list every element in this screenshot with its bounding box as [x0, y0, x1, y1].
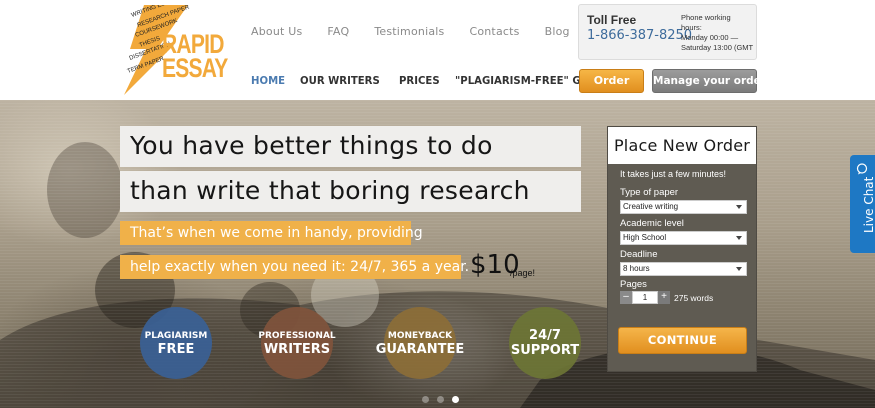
feature-support: 24/7 SUPPORT [509, 307, 581, 379]
nav-testimonials[interactable]: Testimonials [374, 25, 444, 38]
nav-contacts[interactable]: Contacts [469, 25, 519, 38]
live-chat-label: Live Chat [862, 176, 875, 233]
order-panel-title: Place New Order [608, 127, 756, 164]
phone-number[interactable]: 1-866-387-8250 [587, 28, 692, 43]
hero-headline-line-1: You have better things to do [120, 126, 581, 167]
feature-bottom: SUPPORT [510, 343, 580, 358]
manage-orders-button[interactable]: Manage your orders [652, 69, 772, 93]
working-hours: Phone working hours: Monday 00:00 — Satu… [681, 13, 757, 53]
word-count: 275 words [674, 292, 714, 303]
slider-dot[interactable] [437, 396, 444, 403]
order-now-button[interactable]: Order now [579, 69, 644, 109]
feature-plagiarism-free: PLAGIARISM FREE [140, 307, 212, 379]
price-unit: /page! [510, 268, 536, 278]
nav-blog[interactable]: Blog [545, 25, 570, 38]
brand-line-2: ESSAY [162, 53, 228, 83]
nav-faq[interactable]: FAQ [327, 25, 349, 38]
site-header: WRITING ESSAY RESEARCH PAPER COURSEWORK … [0, 0, 875, 109]
hero-headline-line-2: than write that boring research paper? [120, 171, 581, 245]
brand-wordmark[interactable]: RAPID ESSAY [162, 31, 228, 83]
pages-input[interactable]: 1 [632, 291, 658, 304]
slider-dots [422, 396, 459, 403]
academic-level-label: Academic level [620, 218, 684, 229]
slider-dot[interactable] [422, 396, 429, 403]
place-order-panel: Place New Order It takes just a few minu… [607, 126, 757, 372]
feature-bottom: GUARANTEE [375, 341, 465, 357]
academic-level-select[interactable]: High School [620, 231, 747, 245]
feature-bottom: WRITERS [263, 341, 331, 357]
nav-prices[interactable]: PRICES [399, 74, 440, 87]
top-nav: About Us FAQ Testimonials Contacts Blog [251, 25, 595, 38]
nav-our-writers[interactable]: OUR WRITERS [300, 74, 380, 87]
feature-professional-writers: PROFESSIONAL WRITERS [258, 307, 336, 379]
deadline-label: Deadline [620, 249, 658, 260]
hours-line: Phone working [681, 13, 731, 22]
paper-type-select[interactable]: Creative writing [620, 200, 747, 214]
pages-plus-button[interactable]: + [658, 291, 670, 304]
hero-subline-1: That’s when we come in handy, providing [120, 221, 423, 245]
hours-line: hours: [681, 23, 702, 32]
feature-top: MONEYBACK [387, 330, 453, 341]
pages-stepper: – 1 + 275 words [620, 291, 713, 304]
nav-about-us[interactable]: About Us [251, 25, 302, 38]
toll-free-label: Toll Free [587, 13, 637, 27]
contact-box: Toll Free 1-866-387-8250 Phone working h… [578, 4, 757, 60]
feature-bottom: FREE [157, 341, 195, 357]
feature-moneyback-guarantee: MONEYBACK GUARANTEE [376, 307, 464, 379]
slider-dot-active[interactable] [452, 396, 459, 403]
nav-home[interactable]: HOME [251, 74, 285, 87]
hours-line: Saturday 13:00 (GMT [681, 43, 754, 52]
hours-line: Monday 00:00 — [681, 33, 739, 42]
feature-top: 24/7 [529, 328, 561, 343]
deadline-select[interactable]: 8 hours [620, 262, 747, 276]
chat-bubble-icon [856, 163, 868, 175]
feature-top: PROFESSIONAL [258, 330, 336, 341]
order-panel-note: It takes just a few minutes! [620, 169, 727, 179]
continue-button[interactable]: CONTINUE [618, 327, 747, 354]
pages-label: Pages [620, 279, 647, 290]
live-chat-tab[interactable]: Live Chat [850, 155, 875, 253]
pages-minus-button[interactable]: – [620, 291, 632, 304]
paper-type-label: Type of paper [620, 187, 679, 198]
hero-subline-2: help exactly when you need it: 24/7, 365… [120, 255, 469, 279]
feature-top: PLAGIARISM [144, 330, 208, 341]
